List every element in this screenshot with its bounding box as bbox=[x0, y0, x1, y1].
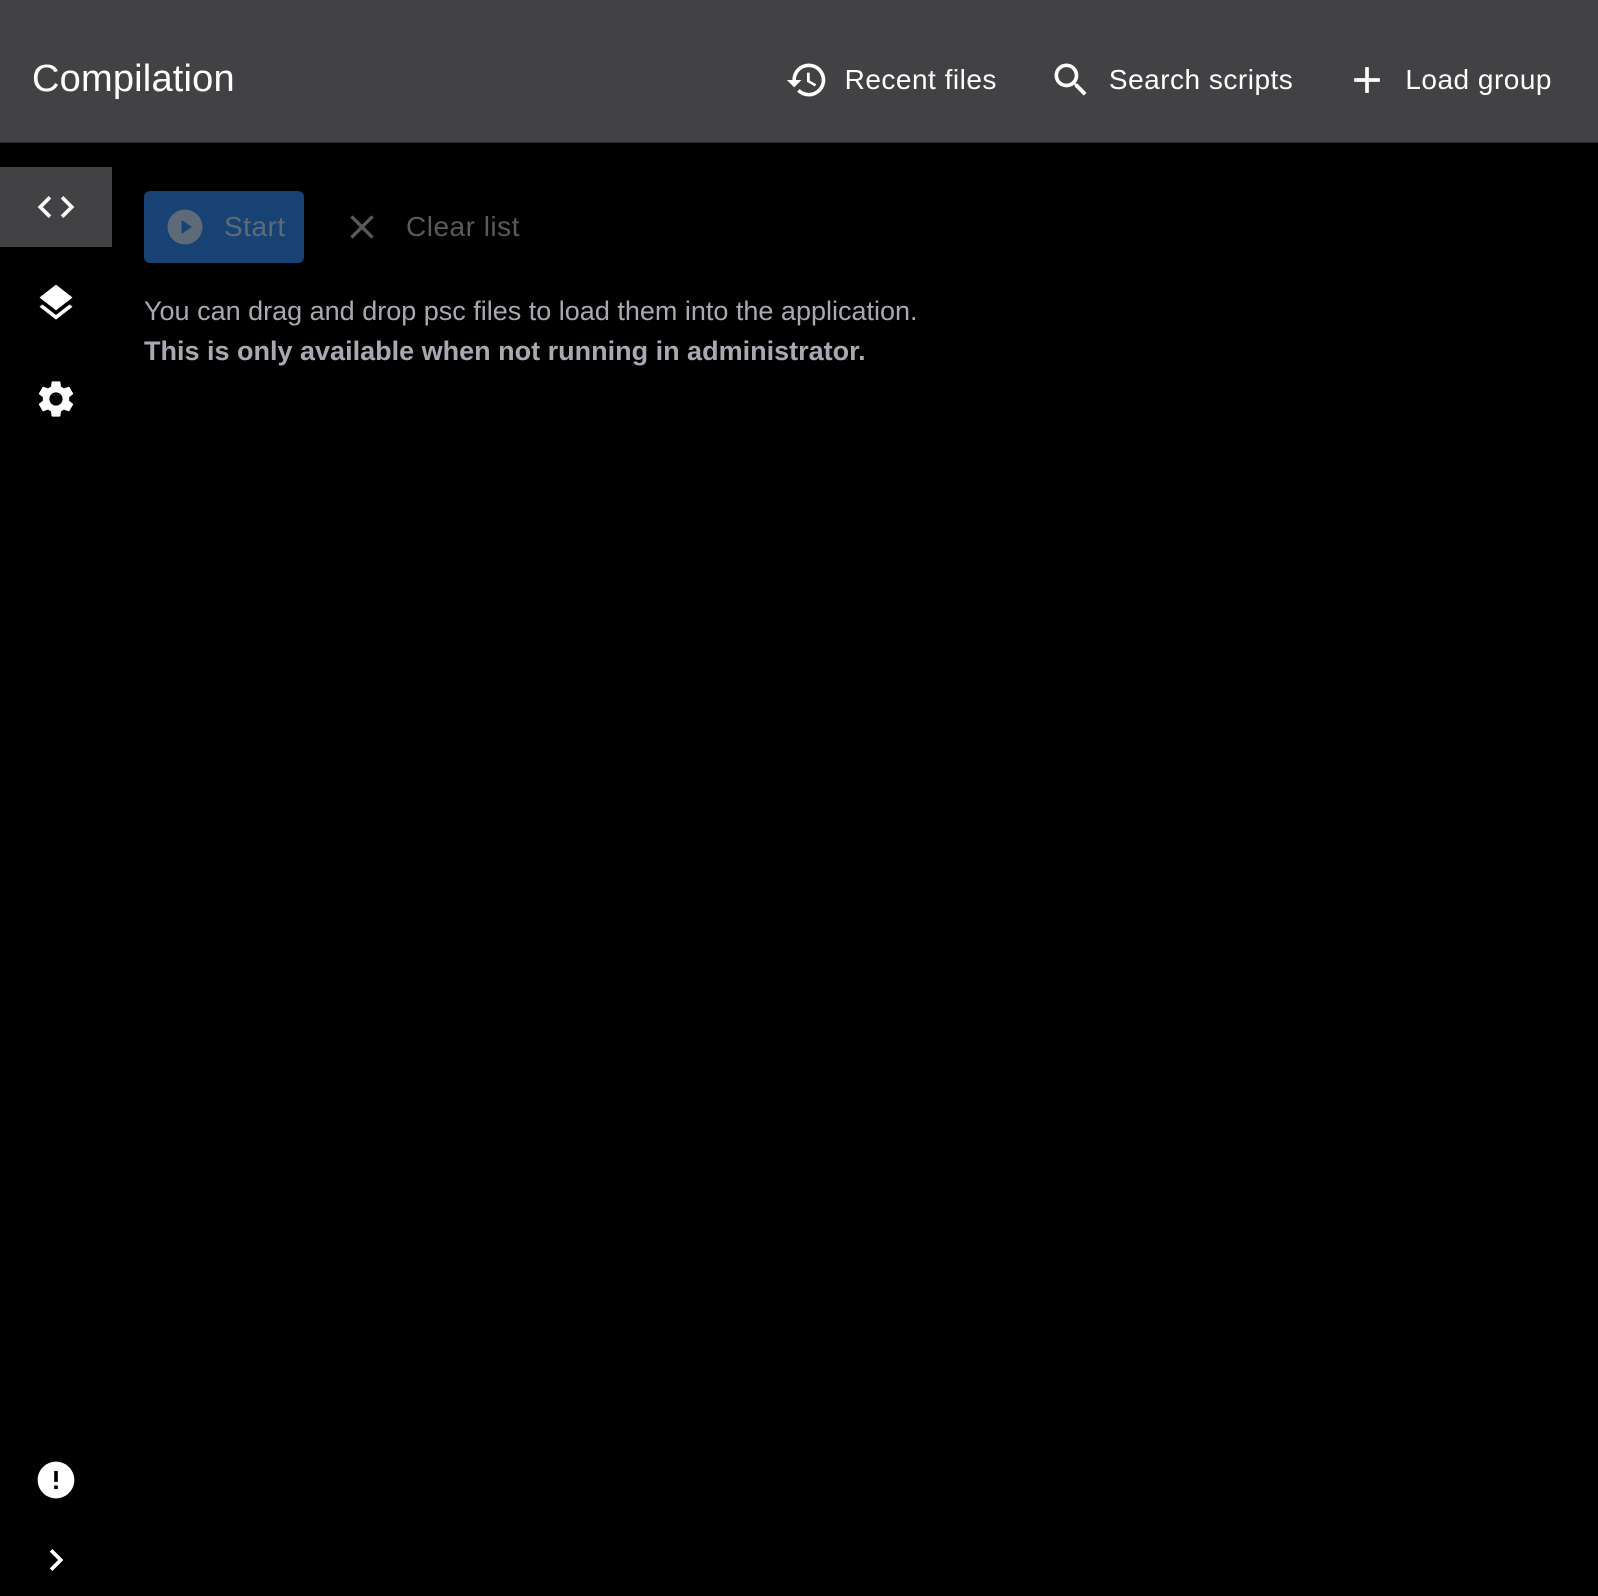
search-scripts-button[interactable]: Search scripts bbox=[1049, 50, 1293, 110]
page-title: Compilation bbox=[32, 58, 235, 100]
gear-icon bbox=[38, 381, 74, 417]
app-window: Compilation Recent files Search scripts … bbox=[0, 0, 1598, 1596]
search-scripts-label: Search scripts bbox=[1108, 64, 1294, 95]
recent-files-label: Recent files bbox=[844, 64, 997, 95]
load-group-button[interactable]: Load group bbox=[1345, 50, 1552, 110]
plus-icon bbox=[1345, 58, 1389, 102]
sidebar-item-groups[interactable] bbox=[0, 263, 112, 343]
history-icon bbox=[785, 58, 829, 102]
code-icon bbox=[37, 196, 75, 218]
alert-icon bbox=[37, 1461, 75, 1499]
search-icon bbox=[1049, 58, 1093, 102]
sidebar-expand-button[interactable] bbox=[0, 1520, 112, 1596]
info-line: You can drag and drop psc files to load … bbox=[144, 296, 918, 326]
compilation-toolbar: Start Clear list bbox=[144, 191, 1598, 263]
close-icon bbox=[342, 207, 382, 247]
sidebar-item-compilation[interactable] bbox=[0, 167, 112, 247]
info-admin-note: This is only available when not running … bbox=[144, 336, 866, 366]
header-bar: Compilation Recent files Search scripts … bbox=[0, 0, 1598, 143]
load-group-label: Load group bbox=[1405, 64, 1552, 95]
clear-list-button[interactable]: Clear list bbox=[342, 191, 520, 263]
sidebar bbox=[0, 143, 112, 1596]
main-content: Start Clear list You can drag and drop p… bbox=[144, 191, 1598, 371]
header-actions: Recent files Search scripts Load group bbox=[785, 50, 1552, 110]
start-button[interactable]: Start bbox=[144, 191, 304, 263]
play-circle-icon bbox=[164, 206, 206, 248]
start-label: Start bbox=[224, 211, 286, 242]
layers-icon bbox=[39, 284, 73, 320]
chevron-right-icon bbox=[49, 1549, 64, 1571]
clear-list-label: Clear list bbox=[406, 211, 520, 242]
sidebar-item-errors[interactable] bbox=[0, 1440, 112, 1520]
sidebar-item-settings[interactable] bbox=[0, 359, 112, 439]
recent-files-button[interactable]: Recent files bbox=[785, 50, 997, 110]
drag-drop-info: You can drag and drop psc files to load … bbox=[144, 291, 1598, 371]
